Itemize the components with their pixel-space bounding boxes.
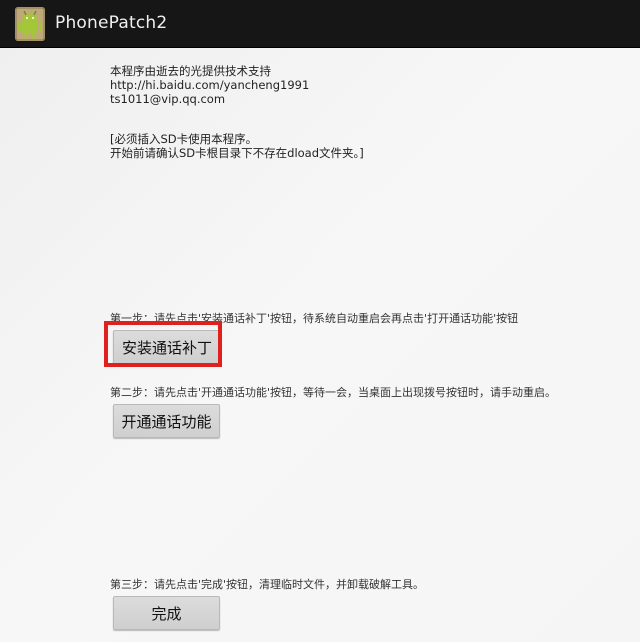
info-url: http://hi.baidu.com/yancheng1991 bbox=[110, 78, 310, 92]
title-bar: PhonePatch2 bbox=[0, 0, 640, 48]
info-email: ts1011@vip.qq.com bbox=[110, 92, 226, 106]
enable-call-button[interactable]: 开通通话功能 bbox=[113, 404, 220, 438]
notice-line: [必须插入SD卡使用本程序。 bbox=[110, 132, 258, 146]
notice-line: 开始前请确认SD卡根目录下不存在dload文件夹。] bbox=[110, 146, 364, 160]
install-patch-button[interactable]: 安装通话补丁 bbox=[113, 330, 221, 364]
info-line: 本程序由逝去的光提供技术支持 bbox=[110, 64, 271, 78]
step-1-instruction: 第一步：请先点击'安装通话补丁'按钮，待系统自动重启会再点击'打开通话功能'按钮 bbox=[110, 312, 519, 325]
app-title: PhonePatch2 bbox=[55, 13, 168, 33]
android-app-icon bbox=[15, 7, 45, 41]
step-3-instruction: 第三步：请先点击'完成'按钮，清理临时文件，并卸载破解工具。 bbox=[110, 578, 425, 591]
main-content: 本程序由逝去的光提供技术支持 http://hi.baidu.com/yanch… bbox=[0, 48, 640, 642]
finish-button[interactable]: 完成 bbox=[113, 596, 220, 630]
step-2-instruction: 第二步：请先点击'开通通话功能'按钮，等待一会，当桌面上出现拨号按钮时，请手动重… bbox=[110, 386, 557, 399]
